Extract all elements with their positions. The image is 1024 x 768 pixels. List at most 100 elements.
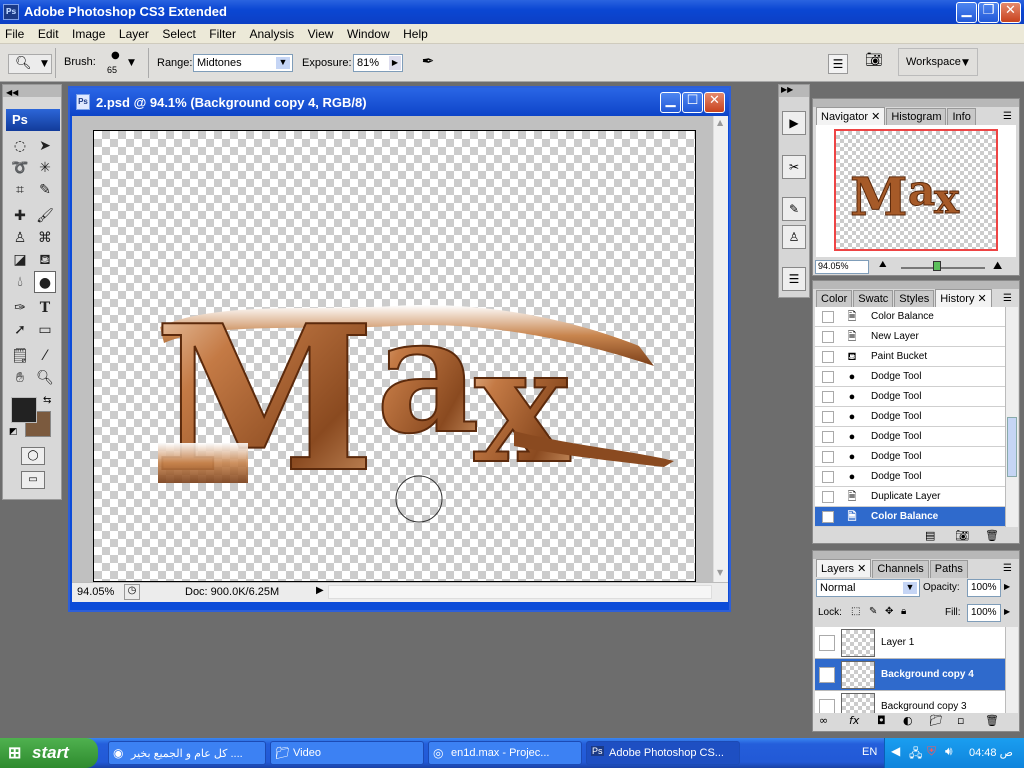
close-button[interactable]: ✕ <box>1000 2 1021 23</box>
foreground-color-swatch-top[interactable] <box>11 397 37 423</box>
new-group-icon[interactable]: 📁︎ <box>929 714 943 727</box>
language-indicator[interactable]: EN <box>862 746 877 758</box>
blur-tool-icon[interactable]: 💧︎ <box>9 271 31 293</box>
layers-panel-grip[interactable] <box>813 551 1019 559</box>
workspace-button[interactable]: Workspace ▼ <box>898 48 978 76</box>
layer-visibility-toggle[interactable] <box>819 699 835 713</box>
scroll-up-icon[interactable]: ▲ <box>717 118 723 127</box>
tab-paths[interactable]: Paths <box>929 560 968 578</box>
layer-mask-icon[interactable]: ◘ <box>877 714 886 727</box>
trash-icon[interactable]: 🗑︎ <box>985 529 999 542</box>
status-clock-icon[interactable]: ◷ <box>124 584 140 600</box>
menu-edit[interactable]: Edit <box>33 24 64 41</box>
tab-styles[interactable]: Styles <box>894 290 935 308</box>
menu-analysis[interactable]: Analysis <box>244 24 299 41</box>
history-snapshot-checkbox[interactable] <box>822 451 834 463</box>
network-icon[interactable]: 🖧︎ <box>909 744 922 765</box>
marquee-tool-icon[interactable]: ◌ <box>9 135 31 157</box>
zoom-tool-icon[interactable]: 🔍︎ <box>34 367 56 389</box>
airbrush-icon[interactable]: ✒ <box>416 52 440 74</box>
history-snapshot-checkbox[interactable] <box>822 431 834 443</box>
doc-close-button[interactable]: ✕ <box>704 92 725 113</box>
opacity-input[interactable]: 100% <box>967 579 1001 597</box>
volume-icon[interactable]: 🔊︎ <box>945 744 953 759</box>
navigator-zoom-slider-thumb[interactable] <box>933 261 941 271</box>
brush-tool-icon[interactable]: 🖌︎ <box>34 205 56 227</box>
type-tool-icon[interactable]: T <box>34 297 56 319</box>
navigator-zoom-slider[interactable] <box>901 267 985 269</box>
history-snapshot-checkbox[interactable] <box>822 311 834 323</box>
layer-visibility-toggle[interactable] <box>819 635 835 651</box>
taskbar-item-firefox[interactable]: ◉ كل عام و الجميع بخير .... <box>108 741 266 765</box>
history-snapshot-checkbox[interactable] <box>822 411 834 423</box>
tab-layers[interactable]: Layers ✕ <box>816 559 872 577</box>
tab-swatches[interactable]: Swatc <box>853 290 894 308</box>
menu-file[interactable]: File <box>0 24 29 41</box>
triangle-right-icon[interactable]: ▶ <box>1004 582 1010 591</box>
zoom-in-icon[interactable]: ⛰ <box>993 259 1002 273</box>
layer-row[interactable]: Layer 1 <box>815 627 1005 659</box>
history-snapshot-checkbox[interactable] <box>822 511 834 523</box>
taskbar-item-photoshop[interactable]: Ps Adobe Photoshop CS... <box>586 741 740 765</box>
history-snapshot-checkbox[interactable] <box>822 351 834 363</box>
history-item[interactable]: ● Dodge Tool <box>815 407 1005 427</box>
triangle-right-icon[interactable]: ▶ <box>389 56 401 70</box>
adjustment-layer-icon[interactable]: ◐ <box>903 714 913 727</box>
doc-minimize-button[interactable]: ▁ <box>660 92 681 113</box>
lock-all-icon[interactable]: 🔒︎ <box>901 606 906 617</box>
history-item[interactable]: ● Dodge Tool <box>815 367 1005 387</box>
new-snapshot-icon[interactable]: 📷︎ <box>955 529 969 542</box>
brush-picker[interactable]: ● 65 ▼ <box>100 50 140 78</box>
fx-icon[interactable]: fx <box>849 714 859 727</box>
history-item[interactable]: ⛾ Paint Bucket <box>815 347 1005 367</box>
hand-tool-icon[interactable]: ✋︎ <box>9 367 31 389</box>
taskbar-item-video[interactable]: 📁︎ Video <box>270 741 424 765</box>
security-shield-icon[interactable]: ⛨ <box>927 744 936 759</box>
status-menu-arrow-icon[interactable]: ▶ <box>316 585 324 596</box>
brushes-panel-icon[interactable]: ✎ <box>782 197 806 221</box>
blend-mode-select[interactable]: Normal ▼ <box>816 579 920 597</box>
eraser-tool-icon[interactable]: ◪ <box>9 249 31 271</box>
notes-tool-icon[interactable]: 🗒︎ <box>9 345 31 367</box>
history-item[interactable]: ● Dodge Tool <box>815 447 1005 467</box>
start-button[interactable]: ⊞ start <box>0 738 98 768</box>
history-brush-tool-icon[interactable]: ⌘ <box>34 227 56 249</box>
clock[interactable]: 04:48 ص <box>969 746 1013 759</box>
menu-filter[interactable]: Filter <box>204 24 241 41</box>
clone-source-panel-icon[interactable]: ♙ <box>782 225 806 249</box>
navigator-panel-grip[interactable] <box>813 99 1019 107</box>
eyedropper-tool-icon[interactable]: ⁄ <box>34 345 56 367</box>
lock-image-icon[interactable]: ✎ <box>869 606 877 617</box>
path-selection-tool-icon[interactable]: ➚ <box>9 319 31 341</box>
history-item[interactable]: 🗎 Duplicate Layer <box>815 487 1005 507</box>
tool-presets-panel-icon[interactable]: ✂ <box>782 155 806 179</box>
tab-history[interactable]: History ✕ <box>935 289 992 307</box>
shape-tool-icon[interactable]: ▭ <box>34 319 56 341</box>
canvas[interactable]: M a x <box>93 130 696 582</box>
history-item-selected[interactable]: 🗎 Color Balance <box>815 507 1005 527</box>
history-snapshot-checkbox[interactable] <box>822 391 834 403</box>
panel-menu-icon[interactable]: ☰ <box>1003 111 1012 122</box>
screen-mode-icon[interactable]: ▭ <box>21 471 45 489</box>
clone-stamp-tool-icon[interactable]: ♙ <box>9 227 31 249</box>
crop-tool-icon[interactable]: ⌗ <box>9 179 31 201</box>
history-panel-grip[interactable] <box>813 281 1019 289</box>
history-item[interactable]: ● Dodge Tool <box>815 427 1005 447</box>
layers-scrollbar[interactable] <box>1005 627 1018 713</box>
lock-transparency-icon[interactable]: ⬚ <box>851 606 860 617</box>
paint-bucket-tool-icon[interactable]: ⛾ <box>34 249 56 271</box>
tab-color[interactable]: Color <box>816 290 853 308</box>
magic-wand-tool-icon[interactable]: ✳ <box>34 157 56 179</box>
delete-layer-icon[interactable]: 🗑︎ <box>985 714 999 727</box>
minimize-button[interactable]: ▁ <box>956 2 977 23</box>
move-tool-icon[interactable]: ➤ <box>34 135 56 157</box>
layer-comps-panel-icon[interactable]: ☰ <box>782 267 806 291</box>
menu-window[interactable]: Window <box>342 24 395 41</box>
link-layers-icon[interactable]: ∞ <box>819 714 828 727</box>
slice-tool-icon[interactable]: ✎ <box>34 179 56 201</box>
navigator-view-box[interactable]: M a x <box>834 129 998 251</box>
layer-row-selected[interactable]: 👁︎ Background copy 4 <box>815 659 1005 691</box>
tools-panel-header[interactable]: ◀◀ <box>3 85 61 97</box>
healing-brush-tool-icon[interactable]: ✚ <box>9 205 31 227</box>
zoom-out-icon[interactable]: ⛰ <box>879 260 887 270</box>
